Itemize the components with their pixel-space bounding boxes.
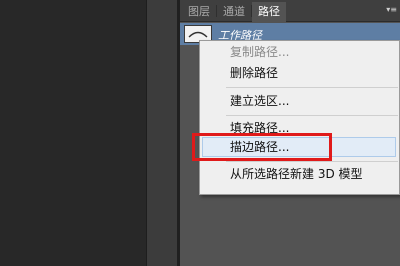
annotation-highlight-box <box>192 133 332 161</box>
menu-separator <box>226 161 398 162</box>
menu-separator <box>226 87 398 88</box>
panel-dock-strip <box>147 0 177 266</box>
panel-menu-icon[interactable]: ▾≡ <box>386 6 397 14</box>
menu-item-duplicate-path[interactable]: 复制路径... <box>230 45 289 60</box>
tab-channels[interactable]: 通道 <box>217 3 251 21</box>
menu-item-delete-path[interactable]: 删除路径 <box>230 66 278 81</box>
context-menu: 复制路径... 删除路径 建立选区... 填充路径... 描边路径... 从所选… <box>199 40 400 195</box>
tab-layers[interactable]: 图层 <box>182 3 216 21</box>
menu-separator <box>226 115 398 116</box>
tab-paths[interactable]: 路径 <box>252 2 286 22</box>
panel-tab-bar: 图层 通道 路径 ▾≡ <box>180 0 400 22</box>
menu-item-make-selection[interactable]: 建立选区... <box>230 94 289 109</box>
menu-item-new-3d-from-path[interactable]: 从所选路径新建 3D 模型 <box>230 167 363 182</box>
document-canvas-area <box>0 0 146 266</box>
